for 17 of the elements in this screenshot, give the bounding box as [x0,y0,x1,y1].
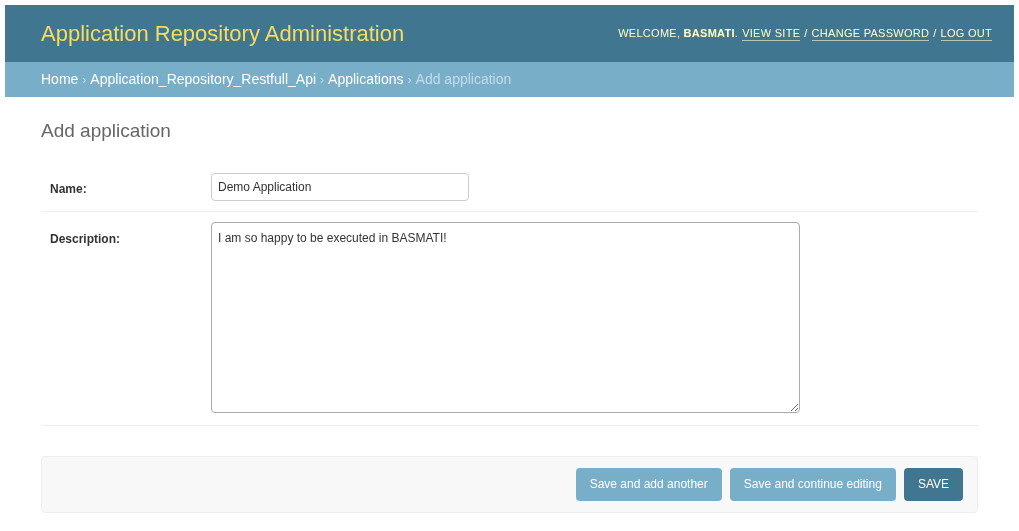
header-link[interactable]: LOG OUT [940,26,992,41]
site-title: Application Repository Administration [41,20,405,48]
description-textarea[interactable]: I am so happy to be executed in BASMATI! [211,221,800,413]
header-link[interactable]: VIEW SITE [742,26,801,41]
breadcrumb-current: Add application [415,70,512,89]
page-title: Add application [41,119,172,143]
welcome-text: WELCOME, BASMATI. [618,26,739,42]
field-label: Description: [49,230,121,248]
field-label: Name: [49,180,88,198]
save-button[interactable]: SAVE [903,467,963,501]
separator: / [804,26,808,42]
separator: / [933,26,937,42]
breadcrumb-separator: › [320,71,325,89]
breadcrumb-separator: › [82,71,87,89]
header-link[interactable]: CHANGE PASSWORD [811,26,930,41]
name-input[interactable]: Demo Application [211,172,469,201]
breadcrumb-separator: › [407,71,412,89]
